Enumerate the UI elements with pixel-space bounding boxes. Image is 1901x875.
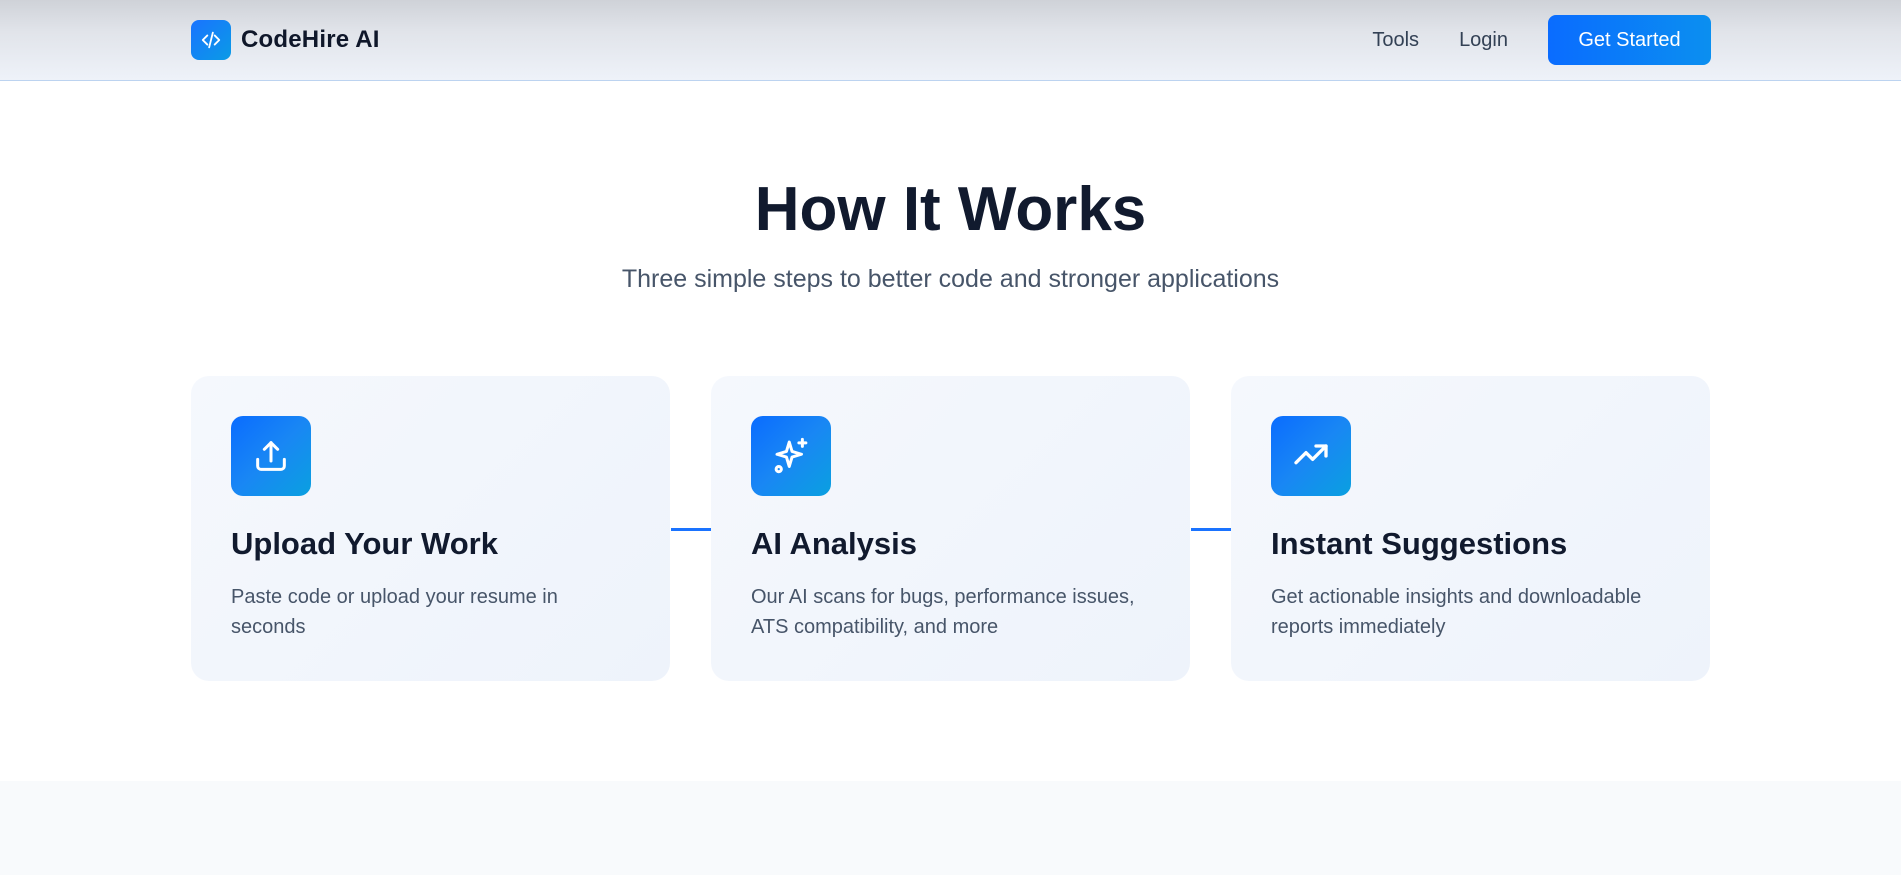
trending-up-icon: [1271, 416, 1351, 496]
step-card-upload: Upload Your Work Paste code or upload yo…: [191, 376, 670, 681]
upload-icon: [231, 416, 311, 496]
step-connector: [1191, 528, 1231, 531]
step-connector: [671, 528, 711, 531]
top-navbar: CodeHire AI Tools Login Get Started: [0, 0, 1901, 81]
step-title: Upload Your Work: [231, 526, 498, 561]
get-started-button[interactable]: Get Started: [1548, 15, 1711, 65]
main-nav: Tools Login Get Started: [1372, 15, 1711, 65]
sparkles-icon: [751, 416, 831, 496]
nav-link-login[interactable]: Login: [1459, 29, 1508, 52]
step-description: Our AI scans for bugs, performance issue…: [751, 586, 1135, 638]
step-card-ai-analysis: AI Analysis Our AI scans for bugs, perfo…: [711, 376, 1190, 681]
section-title: How It Works: [754, 175, 1147, 244]
brand[interactable]: CodeHire AI: [191, 20, 380, 60]
next-section-band: [0, 781, 1901, 875]
code-icon: [191, 20, 231, 60]
navbar-inner: CodeHire AI Tools Login Get Started: [191, 0, 1711, 80]
step-description: Paste code or upload your resume in seco…: [231, 586, 558, 638]
section-subtitle: Three simple steps to better code and st…: [621, 265, 1280, 293]
step-title: Instant Suggestions: [1271, 526, 1568, 561]
step-description: Get actionable insights and downloadable…: [1271, 586, 1642, 638]
step-card-suggestions: Instant Suggestions Get actionable insig…: [1231, 376, 1710, 681]
step-title: AI Analysis: [751, 526, 917, 561]
nav-link-tools[interactable]: Tools: [1372, 29, 1419, 52]
brand-name: CodeHire AI: [241, 26, 380, 53]
